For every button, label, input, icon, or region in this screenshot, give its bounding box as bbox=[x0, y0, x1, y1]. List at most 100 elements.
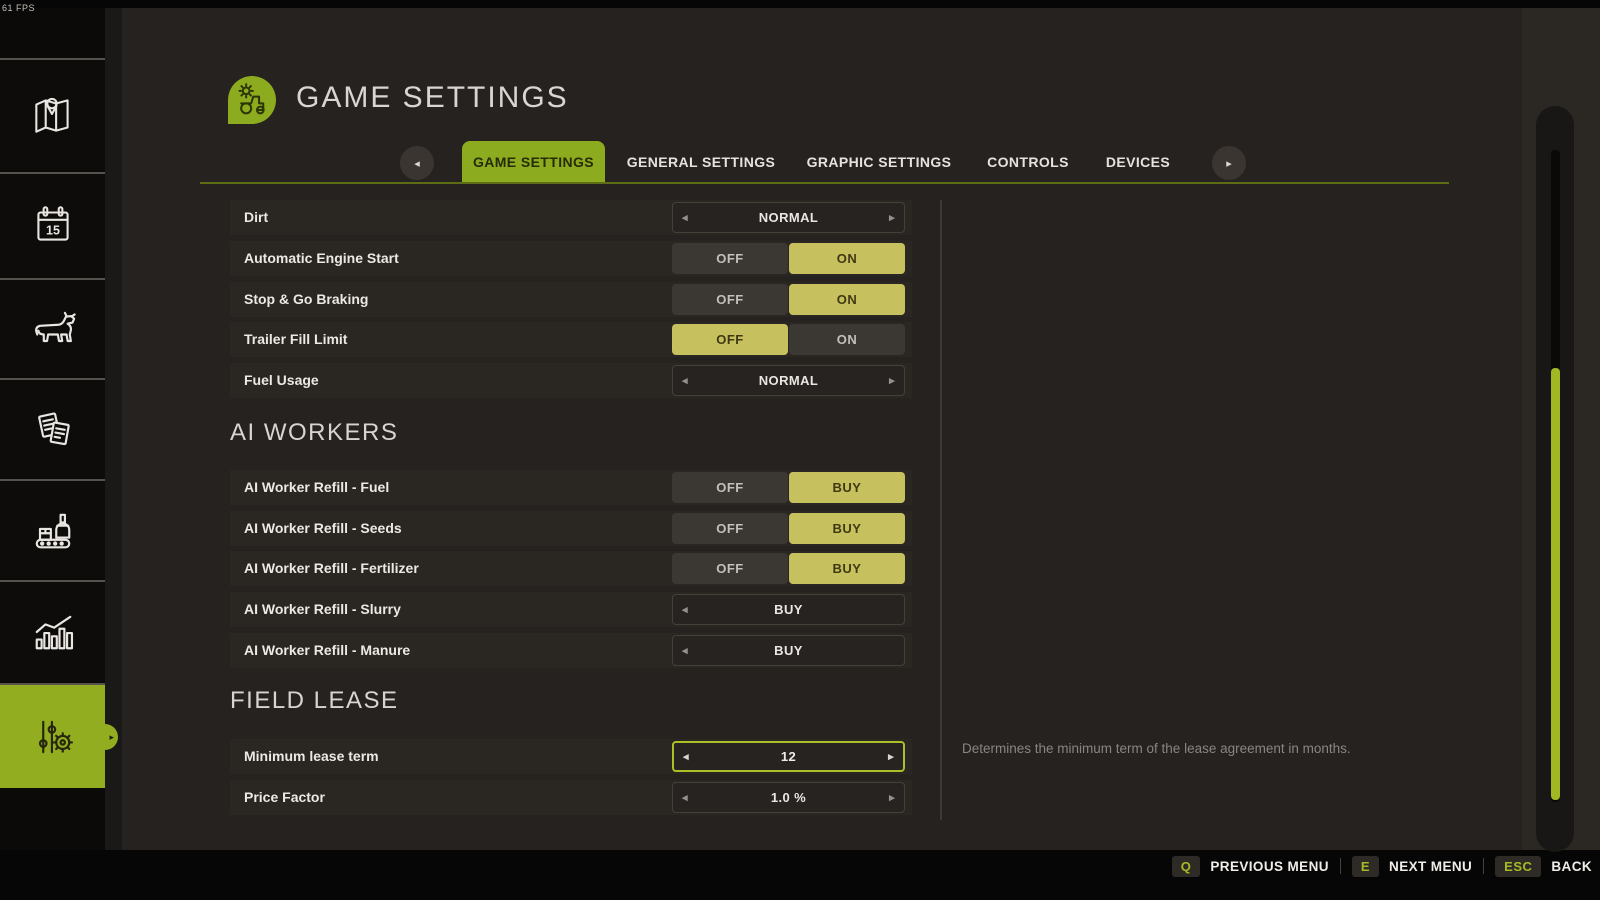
arrow-left-icon: ◂ bbox=[414, 157, 420, 170]
tab-devices[interactable]: DEVICES bbox=[1073, 141, 1203, 184]
game-settings-badge bbox=[228, 76, 276, 124]
settings-row: Dirt ◂ NORMAL ▸ bbox=[230, 200, 912, 235]
section-title-ai-workers: AI WORKERS bbox=[230, 419, 399, 446]
shortcut-label: NEXT MENU bbox=[1389, 858, 1473, 874]
tractor-gear-icon bbox=[238, 83, 265, 115]
selector-value: BUY bbox=[774, 643, 803, 658]
selector-value: NORMAL bbox=[758, 373, 819, 388]
minimum-lease-term-selector[interactable]: ◂ 12 ▸ bbox=[672, 741, 905, 772]
dirt-selector[interactable]: ◂ NORMAL ▸ bbox=[672, 202, 905, 233]
settings-row: AI Worker Refill - Fertilizer OFF BUY bbox=[230, 551, 912, 586]
arrow-left-icon[interactable]: ◂ bbox=[682, 783, 688, 812]
arrow-left-icon[interactable]: ◂ bbox=[682, 595, 688, 624]
sidebar-item-animals[interactable] bbox=[0, 278, 105, 376]
previous-menu-shortcut[interactable]: Q PREVIOUS MENU bbox=[1171, 855, 1329, 877]
toggle-off-button[interactable]: OFF bbox=[672, 243, 788, 274]
arrow-right-icon[interactable]: ▸ bbox=[889, 203, 895, 232]
setting-label: Stop & Go Braking bbox=[244, 291, 369, 307]
setting-label: AI Worker Refill - Fuel bbox=[244, 479, 390, 495]
toggle-off-button[interactable]: OFF bbox=[672, 513, 788, 544]
arrow-left-icon[interactable]: ◂ bbox=[682, 203, 688, 232]
sidebar-item-statistics[interactable] bbox=[0, 580, 105, 681]
toggle-on-button[interactable]: ON bbox=[789, 324, 905, 355]
settings-icon bbox=[38, 720, 73, 753]
statistics-icon bbox=[35, 615, 73, 649]
setting-label: AI Worker Refill - Slurry bbox=[244, 601, 401, 617]
automatic-engine-start-toggle: OFF ON bbox=[672, 243, 905, 274]
settings-row: AI Worker Refill - Seeds OFF BUY bbox=[230, 511, 912, 546]
toggle-on-button[interactable]: ON bbox=[789, 284, 905, 315]
tab-graphic-settings[interactable]: GRAPHIC SETTINGS bbox=[794, 141, 964, 184]
toggle-buy-button[interactable]: BUY bbox=[789, 553, 905, 584]
section-title-field-lease: FIELD LEASE bbox=[230, 687, 399, 714]
selector-value: BUY bbox=[774, 602, 803, 617]
settings-row: AI Worker Refill - Fuel OFF BUY bbox=[230, 470, 912, 505]
tabs-next-button[interactable]: ▸ bbox=[1212, 146, 1246, 180]
selector-value: 12 bbox=[780, 749, 797, 764]
arrow-right-icon[interactable]: ▸ bbox=[889, 783, 895, 812]
active-tab-bump bbox=[92, 723, 118, 750]
toggle-off-button[interactable]: OFF bbox=[672, 472, 788, 503]
toggle-buy-button[interactable]: BUY bbox=[789, 472, 905, 503]
settings-row: Stop & Go Braking OFF ON bbox=[230, 282, 912, 317]
settings-row: Trailer Fill Limit OFF ON bbox=[230, 322, 912, 357]
shortcut-label: BACK bbox=[1551, 858, 1592, 874]
toggle-buy-button[interactable]: BUY bbox=[789, 513, 905, 544]
stop-go-braking-toggle: OFF ON bbox=[672, 284, 905, 315]
ai-refill-fertilizer-toggle: OFF BUY bbox=[672, 553, 905, 584]
settings-row: Price Factor ◂ 1.0 % ▸ bbox=[230, 780, 912, 815]
setting-label: AI Worker Refill - Manure bbox=[244, 642, 411, 658]
production-icon bbox=[35, 513, 70, 548]
ai-refill-slurry-selector[interactable]: ◂ BUY bbox=[672, 594, 905, 625]
arrow-right-icon: ▸ bbox=[1226, 157, 1232, 170]
toggle-off-button[interactable]: OFF bbox=[672, 553, 788, 584]
tabs-prev-button[interactable]: ◂ bbox=[400, 146, 434, 180]
selector-value: 1.0 % bbox=[770, 790, 807, 805]
sidebar-item-calendar[interactable]: 15 bbox=[0, 172, 105, 276]
separator bbox=[1339, 858, 1341, 874]
trailer-fill-limit-toggle: OFF ON bbox=[672, 324, 905, 355]
key-badge-esc: ESC bbox=[1495, 855, 1542, 877]
page-title: GAME SETTINGS bbox=[296, 81, 569, 114]
setting-label: Minimum lease term bbox=[244, 748, 379, 764]
arrow-right-icon[interactable]: ▸ bbox=[889, 366, 895, 395]
toggle-on-button[interactable]: ON bbox=[789, 243, 905, 274]
toggle-off-button[interactable]: OFF bbox=[672, 284, 788, 315]
back-shortcut[interactable]: ESC BACK bbox=[1495, 855, 1592, 877]
setting-label: Fuel Usage bbox=[244, 372, 319, 388]
ai-refill-seeds-toggle: OFF BUY bbox=[672, 513, 905, 544]
arrow-left-icon[interactable]: ◂ bbox=[683, 743, 689, 770]
ai-refill-fuel-toggle: OFF BUY bbox=[672, 472, 905, 503]
sidebar-item-settings[interactable]: ▸ bbox=[0, 683, 118, 788]
toggle-off-button[interactable]: OFF bbox=[672, 324, 788, 355]
tab-game-settings[interactable]: GAME SETTINGS bbox=[462, 141, 605, 184]
tab-underline bbox=[200, 182, 1449, 184]
setting-label: Dirt bbox=[244, 209, 269, 225]
setting-label: Price Factor bbox=[244, 789, 325, 805]
ai-refill-manure-selector[interactable]: ◂ BUY bbox=[672, 635, 905, 666]
price-factor-selector[interactable]: ◂ 1.0 % ▸ bbox=[672, 782, 905, 813]
sidebar-item-contracts[interactable] bbox=[0, 378, 105, 477]
settings-row: Automatic Engine Start OFF ON bbox=[230, 241, 912, 276]
settings-row: Fuel Usage ◂ NORMAL ▸ bbox=[230, 363, 912, 398]
sidebar-item-production[interactable] bbox=[0, 479, 105, 578]
arrow-left-icon[interactable]: ◂ bbox=[682, 366, 688, 395]
fps-counter: 61 FPS bbox=[2, 3, 36, 13]
settings-row: AI Worker Refill - Slurry ◂ BUY bbox=[230, 592, 912, 627]
cow-icon bbox=[34, 311, 76, 343]
arrow-right-icon[interactable]: ▸ bbox=[888, 743, 894, 770]
arrow-left-icon[interactable]: ◂ bbox=[682, 636, 688, 665]
scrollbar-thumb[interactable] bbox=[1551, 368, 1560, 800]
shortcut-label: PREVIOUS MENU bbox=[1210, 858, 1329, 874]
tab-general-settings[interactable]: GENERAL SETTINGS bbox=[616, 141, 786, 184]
tooltip-divider bbox=[940, 200, 942, 820]
setting-tooltip: Determines the minimum term of the lease… bbox=[962, 741, 1351, 756]
separator bbox=[1483, 858, 1485, 874]
settings-row: AI Worker Refill - Manure ◂ BUY bbox=[230, 633, 912, 668]
fuel-usage-selector[interactable]: ◂ NORMAL ▸ bbox=[672, 365, 905, 396]
map-icon bbox=[34, 97, 69, 133]
sidebar-item-map[interactable] bbox=[0, 58, 105, 170]
setting-label: AI Worker Refill - Fertilizer bbox=[244, 560, 419, 576]
next-menu-shortcut[interactable]: E NEXT MENU bbox=[1351, 855, 1473, 877]
calendar-icon: 15 bbox=[36, 206, 69, 241]
